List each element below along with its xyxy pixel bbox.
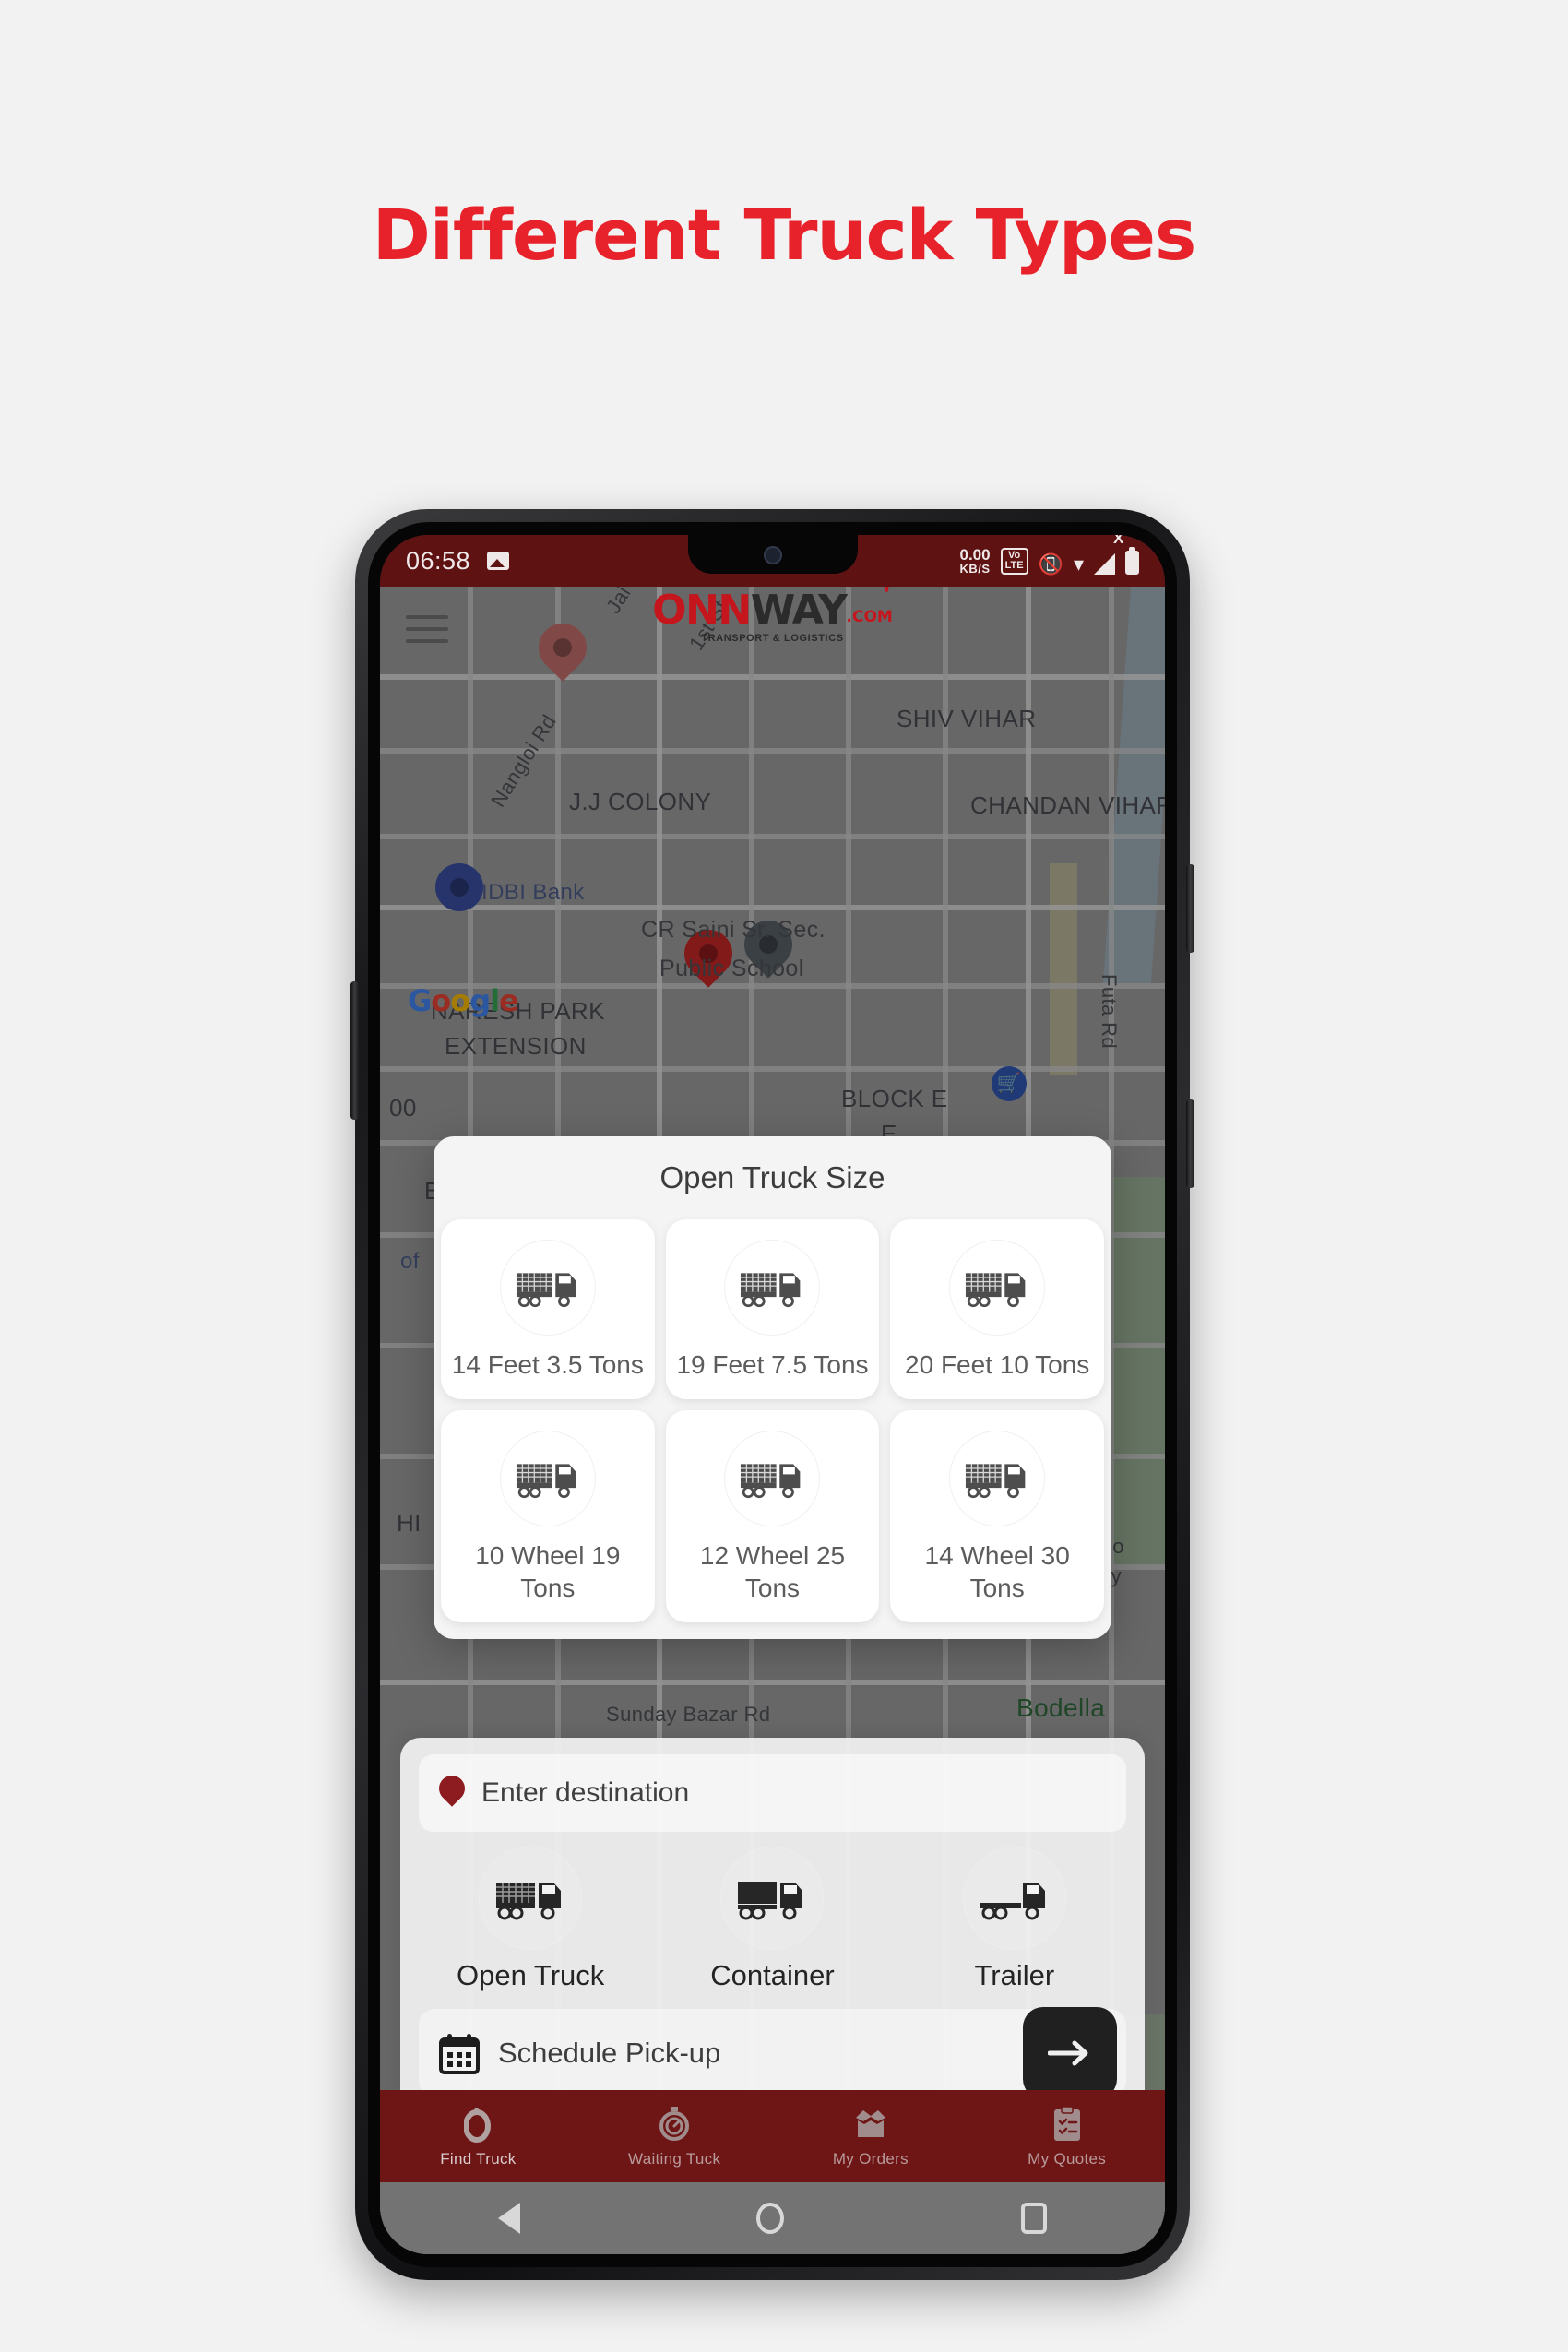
booking-panel: Enter destination Open Truck Container T…: [400, 1738, 1145, 2118]
open-truck-icon: [949, 1431, 1046, 1526]
battery-icon: [1125, 547, 1139, 575]
destination-input[interactable]: Enter destination: [419, 1754, 1126, 1832]
nav-label: My Quotes: [1028, 2149, 1107, 2168]
home-button[interactable]: [756, 2203, 785, 2234]
hamburger-menu-icon[interactable]: [406, 607, 448, 651]
truck-size-label: 14 Feet 3.5 Tons: [451, 1350, 644, 1379]
vehicle-type-container[interactable]: Container: [651, 1847, 893, 1992]
nav-label: Waiting Tuck: [627, 2149, 721, 2168]
dialog-title: Open Truck Size: [659, 1160, 885, 1194]
app-header: ONNWAY.COM ↗ TRANSPORT & LOGISTICS: [380, 564, 1165, 671]
nav-label: My Orders: [832, 2149, 909, 2168]
data-rate-unit: KB/S: [959, 562, 991, 576]
volte-icon: Vo LTE: [1000, 547, 1028, 575]
truck-size-option[interactable]: 20 Feet 10 Tons: [890, 1219, 1104, 1399]
logo-onn-text: ONN: [652, 587, 752, 634]
power-button[interactable]: [1186, 864, 1194, 953]
nav-item-find-truck[interactable]: Find Truck: [380, 2105, 576, 2168]
vehicle-type-label: Container: [710, 1959, 835, 1991]
onnway-logo: ONNWAY.COM ↗ TRANSPORT & LOGISTICS: [652, 564, 906, 644]
truck-size-option[interactable]: 12 Wheel 25 Tons: [665, 1410, 880, 1622]
truck-size-option[interactable]: 14 Wheel 30 Tons: [890, 1410, 1104, 1622]
destination-placeholder: Enter destination: [481, 1777, 690, 1808]
truck-size-label: 10 Wheel 19 Tons: [475, 1541, 621, 1602]
open-truck-icon: [949, 1240, 1046, 1336]
truck-size-label: 14 Wheel 30 Tons: [924, 1541, 1070, 1602]
android-system-nav: [380, 2182, 1165, 2254]
nav-label: Find Truck: [440, 2149, 517, 2168]
find-truck-icon: [380, 2105, 576, 2144]
vehicle-type-label: Trailer: [974, 1959, 1055, 1991]
nav-item-my-quotes[interactable]: My Quotes: [968, 2105, 1165, 2168]
truck-size-option[interactable]: 19 Feet 7.5 Tons: [665, 1219, 880, 1399]
trailer-truck-icon: [962, 1847, 1066, 1950]
truck-size-label: 20 Feet 10 Tons: [905, 1350, 1090, 1379]
nav-item-waiting-truck[interactable]: Waiting Tuck: [576, 2105, 773, 2168]
open-truck-icon: [724, 1240, 821, 1336]
phone-mockup: 🛒 🛒 SHIV VIHARJ.J COLONYCHANDAN VIHARNan…: [350, 509, 1194, 2280]
bottom-navigation-bar: Find Truck Waiting Tuck My Orders My Quo…: [380, 2090, 1165, 2182]
image-icon: [487, 552, 510, 570]
open-truck-icon: [724, 1431, 821, 1526]
open-truck-icon: [499, 1431, 596, 1526]
vehicle-type-label: Open Truck: [457, 1959, 605, 1991]
schedule-pickup-row[interactable]: Schedule Pick-up: [419, 2007, 1126, 2099]
volte-bottom: LTE: [1004, 560, 1024, 572]
data-rate-value: 0.00: [959, 546, 991, 564]
schedule-pickup-label: Schedule Pick-up: [498, 2037, 721, 2069]
page-title: Different Truck Types: [372, 194, 1196, 276]
truck-size-label: 12 Wheel 25 Tons: [699, 1541, 846, 1602]
front-camera: [763, 546, 782, 564]
open-truck-icon: [479, 1847, 583, 1950]
logo-dotcom-text: .COM: [846, 608, 893, 626]
logo-way-text: WAY: [750, 587, 848, 634]
clipboard-check-icon: [968, 2105, 1165, 2144]
truck-size-option[interactable]: 14 Feet 3.5 Tons: [441, 1219, 655, 1399]
logo-tagline: TRANSPORT & LOGISTICS: [701, 633, 844, 644]
vehicle-type-open-truck[interactable]: Open Truck: [410, 1847, 651, 1992]
back-button[interactable]: [498, 2203, 521, 2234]
truck-size-option[interactable]: 10 Wheel 19 Tons: [441, 1410, 655, 1622]
open-truck-icon: [499, 1240, 596, 1336]
submit-arrow-button[interactable]: [1023, 2007, 1117, 2099]
phone-screen: 🛒 🛒 SHIV VIHARJ.J COLONYCHANDAN VIHARNan…: [380, 535, 1165, 2254]
open-box-icon: [773, 2105, 969, 2144]
signal-x-label: X: [1113, 535, 1124, 547]
status-bar-icons: 0.00 KB/S Vo LTE 📵 ▾ X: [959, 535, 1139, 576]
nav-item-my-orders[interactable]: My Orders: [773, 2105, 969, 2168]
calendar-icon: [439, 2032, 480, 2074]
volume-button[interactable]: [1186, 1099, 1194, 1188]
recents-button[interactable]: [1020, 2203, 1047, 2234]
stopwatch-icon: [576, 2105, 773, 2144]
container-truck-icon: [720, 1847, 825, 1950]
volume-rocker[interactable]: [350, 981, 359, 1120]
location-pin-icon: [434, 1770, 470, 1811]
vehicle-type-row: Open Truck Container Trailer: [410, 1847, 1135, 1992]
truck-size-label: 19 Feet 7.5 Tons: [676, 1350, 869, 1379]
truck-size-grid: 14 Feet 3.5 Tons 19 Feet 7.5 Tons 20 Fee…: [434, 1219, 1111, 1622]
vehicle-type-trailer[interactable]: Trailer: [894, 1847, 1135, 1992]
phone-notch: [687, 535, 858, 574]
data-rate-indicator: 0.00 KB/S: [959, 547, 990, 575]
vibrate-icon: 📵: [1038, 552, 1063, 576]
signal-icon: X: [1094, 535, 1123, 575]
status-bar-time: 06:58: [406, 546, 471, 575]
open-truck-size-dialog: Open Truck Size 14 Feet 3.5 Tons 19 Feet…: [434, 1136, 1111, 1639]
wifi-icon: ▾: [1073, 552, 1084, 576]
